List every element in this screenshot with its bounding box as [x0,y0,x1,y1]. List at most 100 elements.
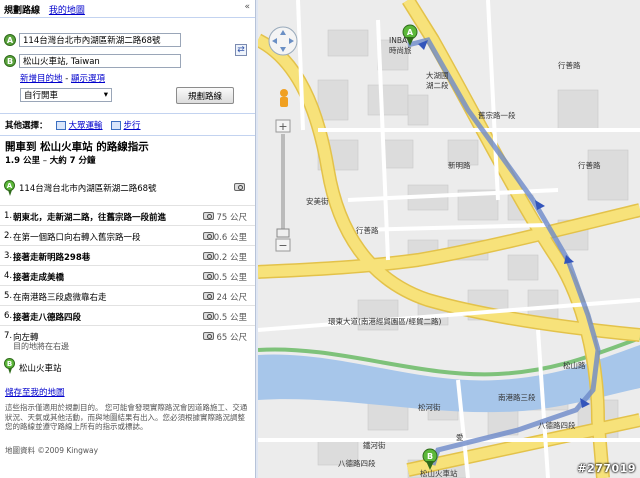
zoom-control[interactable]: + − [268,24,298,254]
end-address: 松山火車站 [19,364,62,374]
link-separator: - [62,74,71,84]
pin-a-icon: A [4,180,15,196]
plan-route-button[interactable]: 規劃路線 [176,87,234,104]
direction-step[interactable]: 7. 向左轉 65 公尺 目的地將在右邊 [0,325,255,353]
marker-b-icon: B [4,55,16,67]
tab-my-maps[interactable]: 我的地圖 [49,6,85,16]
map-label: 松山路 [563,361,586,370]
pin-b-icon: B [4,358,15,374]
step-note: 目的地將在右邊 [13,342,69,351]
camera-icon[interactable] [234,183,245,191]
svg-text:−: − [278,239,287,252]
step-number: 2. [4,231,13,241]
collapse-panel-icon[interactable]: « [244,2,250,12]
step-instruction: 接著走八德路四段 [13,313,82,323]
svg-text:+: + [278,120,287,133]
directions-title: 開車到 松山火車站 的路線指示 [5,141,149,153]
camera-icon[interactable] [203,292,214,300]
transit-icon [55,120,66,130]
destination-input[interactable] [19,54,181,68]
marker-a-icon: A [4,34,16,46]
map-label: 行善路 [558,61,581,70]
camera-icon[interactable] [203,212,214,220]
map-label: INBA [389,36,408,45]
step-number: 7. [4,331,13,341]
step-number: 1. [4,211,13,221]
step-distance: 65 公尺 [216,333,247,343]
map-copyright: 地圖資料 ©2009 Kingway [5,446,99,455]
step-instruction: 在第一個路口向右轉入舊宗路一段 [13,233,141,243]
direction-step[interactable]: 1. 朝東北，走新湖二路，往舊宗路一段前進 75 公尺 [0,205,255,225]
svg-text:B: B [427,452,433,461]
direction-step[interactable]: 2. 在第一個路口向右轉入舊宗路一段 0.6 公里 [0,225,255,245]
walking-link[interactable]: 步行 [124,119,141,131]
map-label: 八德路四段 [338,459,376,468]
other-options: 其他選擇： 大眾運輸 步行 [5,119,141,131]
map-navigation-control: + − [268,24,298,257]
panel-tabs: 規劃路線 我的地圖 [4,3,85,17]
map-label: 八德路四段 [538,421,576,430]
step-distance: 0.5 公里 [213,313,247,323]
camera-icon[interactable] [203,332,214,340]
route-time: 大約 7 分鐘 [49,156,96,166]
direction-step[interactable]: 6. 接著走八德路四段 0.5 公里 [0,305,255,325]
step-instruction: 接著走新明路298巷 [13,253,91,263]
camera-icon[interactable] [203,252,214,260]
map-label: 松河街 [418,403,441,412]
camera-icon[interactable] [203,232,214,240]
divider [0,135,255,136]
step-instruction: 接著走成美橋 [13,273,65,283]
save-to-my-maps-link[interactable]: 儲存至我的地圖 [5,386,65,398]
start-address: 114台灣台北市內湖區新湖二路68號 [19,184,157,194]
directions-panel: 規劃路線 我的地圖 « A B ⇄ 新增目的地 - 顯示選項 自行開車 ▾ 規劃… [0,0,255,478]
travel-mode-select[interactable]: 自行開車 ▾ [20,88,112,102]
step-instruction: 在南港路三段處微靠右走 [13,293,107,303]
origin-input[interactable] [19,33,181,47]
origin-row: A [4,32,181,48]
map-label: 行善路 [356,226,379,235]
divider [0,113,255,114]
svg-text:A: A [407,28,414,37]
add-destination-link[interactable]: 新增目的地 [20,74,63,84]
swap-directions-icon[interactable]: ⇄ [235,44,247,56]
map-label: 環東大道(南港經貿園區/經貿二路) [328,317,442,326]
camera-icon[interactable] [203,312,214,320]
direction-step[interactable]: 4. 接著走成美橋 0.5 公里 [0,265,255,285]
transit-link[interactable]: 大眾運輸 [69,119,103,131]
show-options-link[interactable]: 顯示選項 [71,74,105,84]
step-distance: 0.2 公里 [213,253,247,263]
tab-directions[interactable]: 規劃路線 [4,6,40,16]
other-options-label: 其他選擇： [5,121,48,131]
start-address-row[interactable]: A 114台灣台北市內湖區新湖二路68號 [4,180,249,196]
map-label: 鐵河街 [363,441,386,450]
map-canvas[interactable]: A B + − INBA 時尚旅 大湖國 湖二段 行善路 安美街 新明路 行善路… [258,0,640,478]
directions-summary: 1.9 公里 – 大約 7 分鐘 [5,154,96,166]
camera-icon[interactable] [203,272,214,280]
summary-separator: – [40,156,50,166]
direction-step[interactable]: 3. 接著走新明路298巷 0.2 公里 [0,245,255,265]
map-label: 松山火車站 [420,469,458,478]
route-distance: 1.9 公里 [5,156,41,166]
step-number: 5. [4,291,13,301]
map-label: 行善路 [578,161,601,170]
divider [0,17,255,18]
step-number: 3. [4,251,13,261]
map-label: 安美街 [306,197,329,206]
map-svg: A B [258,0,640,478]
direction-step[interactable]: 5. 在南港路三段處微靠右走 24 公尺 [0,285,255,305]
map-label: 舊宗路一段 [478,111,516,120]
step-distance: 0.5 公里 [213,273,247,283]
route-links: 新增目的地 - 顯示選項 [20,72,105,84]
step-number: 4. [4,271,13,281]
step-number: 6. [4,311,13,321]
map-label: 南港路三段 [498,393,536,402]
chevron-down-icon: ▾ [103,90,108,100]
end-address-row[interactable]: B 松山火車站 [4,358,249,374]
step-distance: 24 公尺 [216,293,247,303]
walking-icon [110,120,121,130]
watermark: #277019 [577,462,636,475]
map-label: 新明路 [448,161,471,170]
disclaimer-text: 這些指示僅適用於規劃目的。 您可能會發現實際路況會因道路施工、交通狀況、天氣或其… [5,403,248,431]
travel-mode-value: 自行開車 [24,91,59,101]
step-distance: 75 公尺 [216,213,247,223]
